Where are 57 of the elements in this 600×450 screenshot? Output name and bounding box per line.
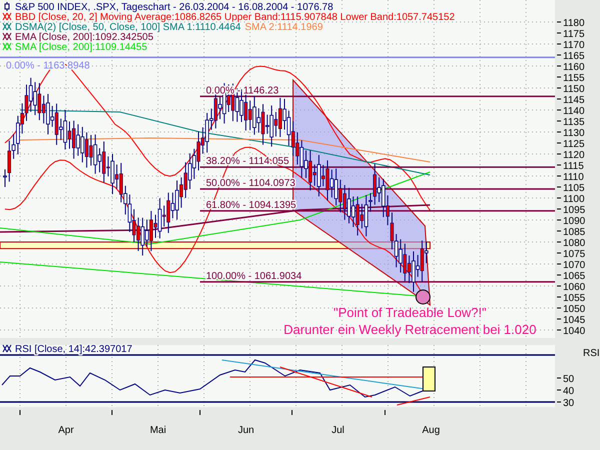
cross-icon	[2, 42, 12, 50]
axis-label: 1075	[563, 249, 586, 260]
legend-text: SMA 2:1114.1969	[244, 22, 323, 33]
axis-label: 1130	[563, 128, 585, 139]
circle-marker	[416, 290, 430, 304]
axis-label: 1060	[563, 282, 586, 293]
cross-icon	[2, 344, 12, 352]
axis-label: 40	[563, 386, 574, 397]
axis-label: 1105	[563, 183, 585, 194]
cross-icon	[2, 22, 12, 30]
highlight-box	[422, 366, 436, 392]
axis-label: 1175	[563, 29, 585, 40]
axis-label: 1110	[563, 172, 584, 183]
axis-label: 1160	[563, 62, 585, 73]
axis-label: 1120	[563, 150, 585, 161]
axis-label: 1155	[563, 73, 585, 84]
axis-label: 1135	[563, 117, 585, 128]
axis-label: 1100	[563, 194, 585, 205]
axis-label: 30	[563, 398, 574, 409]
axis-label: 1150	[563, 84, 585, 95]
rsi-legend-text: RSI [Close, 14]:42.397017	[15, 344, 132, 355]
legend-text: S&P 500 INDEX, .SPX, Tageschart - 26.03.2004 - 16.08.2004 - 1076.78	[15, 2, 334, 13]
annotation-text: Darunter ein Weekly Retracement bei 1.020	[284, 322, 536, 337]
axis-label: 1085	[563, 227, 586, 238]
axis-label: 1115	[563, 161, 584, 172]
month-label: Jul	[332, 425, 344, 436]
axis-label: 1055	[563, 293, 586, 304]
month-label: Aug	[422, 425, 440, 436]
axis-label: 1165	[563, 51, 585, 62]
axis-title: RSI	[583, 348, 600, 359]
month-label: Apr	[58, 425, 74, 436]
axis-label: 1180	[563, 18, 585, 29]
axis-label: 1125	[563, 139, 585, 150]
rsi-trend-line	[396, 396, 430, 406]
axis-label: 1045	[563, 315, 586, 326]
axis-label: 1095	[563, 205, 586, 216]
cross-icon	[2, 12, 12, 20]
axis-label: 1140	[563, 106, 585, 117]
fibonacci-label: 100.00% - 1061.9034	[206, 270, 302, 282]
legend-text: DSMA(2) [Close, 50, Close, 100] SMA 1:1110.4464	[15, 22, 241, 33]
axis-label: 1040	[563, 326, 586, 337]
axis-label: 1145	[563, 95, 585, 106]
legend-text: BBD [Close, 20, 2] Moving Average:1086.8265 Upper Band:1115.907848 Lower Band:1057.745152	[15, 12, 455, 23]
month-label: Jun	[238, 425, 254, 436]
axis-label: 50	[563, 374, 574, 385]
axis-label: 1070	[563, 260, 586, 271]
candle-icon	[4, 2, 10, 12]
annotation-text: "Point of Tradeable Low?!"	[333, 305, 487, 320]
axis-label: 1050	[563, 304, 586, 315]
axis-label: 1090	[563, 216, 586, 227]
axis-label: 1065	[563, 271, 586, 282]
axis-label: 1170	[563, 40, 585, 51]
legend-text: EMA [Close, 200]:1092.342505	[15, 32, 154, 43]
legend-text: SMA [Close, 200]:1109.14455	[15, 42, 148, 53]
axis-label: 1080	[563, 238, 586, 249]
month-label: Mai	[150, 425, 166, 436]
cross-icon	[2, 32, 12, 40]
